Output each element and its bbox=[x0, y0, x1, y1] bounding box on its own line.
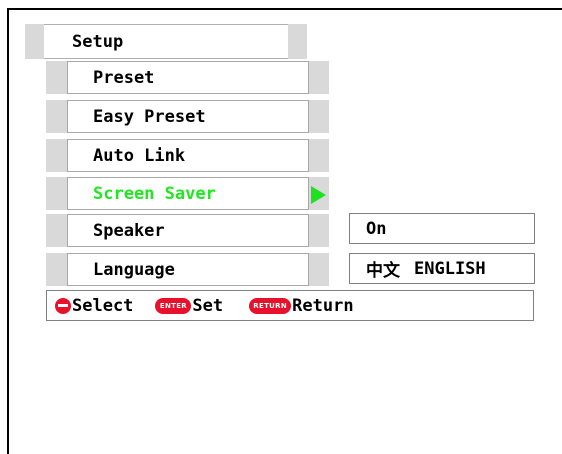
menu-item-language[interactable]: Language bbox=[46, 253, 329, 286]
menu-item-label: Easy Preset bbox=[67, 100, 309, 133]
menu-item-left-tab bbox=[46, 61, 67, 94]
menu-item-easy-preset[interactable]: Easy Preset bbox=[46, 100, 329, 133]
menu-item-label: Preset bbox=[67, 61, 309, 94]
menu-item-left-tab bbox=[46, 214, 67, 247]
menu-item-right-tab bbox=[309, 214, 329, 247]
header-right-tab bbox=[288, 24, 307, 59]
menu-item-left-tab bbox=[46, 253, 67, 286]
menu-item-right-tab bbox=[309, 61, 329, 94]
menu-item-label: Auto Link bbox=[67, 139, 309, 172]
menu-item-right-tab bbox=[309, 100, 329, 133]
frame-left-border bbox=[7, 8, 9, 454]
menu-item-screen-saver[interactable]: Screen Saver bbox=[46, 177, 329, 210]
menu-item-left-tab bbox=[46, 139, 67, 172]
key-guide-bar: Select ENTER Set RETURN Return bbox=[46, 290, 534, 321]
menu-item-auto-link[interactable]: Auto Link bbox=[46, 139, 329, 172]
return-key-icon: RETURN bbox=[249, 297, 292, 314]
language-option-english[interactable]: ENGLISH bbox=[414, 259, 486, 279]
menu-item-label: Screen Saver bbox=[67, 177, 309, 210]
return-label: Return bbox=[292, 295, 354, 316]
select-label: Select bbox=[72, 295, 134, 316]
menu-item-right-tab bbox=[309, 253, 329, 286]
menu-item-left-tab bbox=[46, 177, 67, 210]
language-option-chinese[interactable]: 中文 bbox=[366, 256, 400, 281]
menu-item-preset[interactable]: Preset bbox=[46, 61, 329, 94]
language-value[interactable]: 中文 ENGLISH bbox=[349, 253, 535, 284]
header-left-tab bbox=[25, 24, 44, 59]
speaker-value[interactable]: On bbox=[349, 213, 535, 244]
submenu-arrow-icon bbox=[311, 186, 326, 204]
setup-header: Setup bbox=[25, 24, 307, 59]
enter-key-icon: ENTER bbox=[155, 297, 192, 314]
menu-item-label: Speaker bbox=[67, 214, 309, 247]
menu-item-label: Language bbox=[67, 253, 309, 286]
speaker-value-text: On bbox=[366, 218, 387, 239]
header-title: Setup bbox=[44, 24, 288, 59]
frame-top-border bbox=[7, 8, 562, 10]
select-key-icon bbox=[55, 297, 71, 314]
set-label: Set bbox=[192, 295, 224, 316]
menu-item-left-tab bbox=[46, 100, 67, 133]
menu-item-speaker[interactable]: Speaker bbox=[46, 214, 329, 247]
menu-item-right-tab bbox=[309, 139, 329, 172]
